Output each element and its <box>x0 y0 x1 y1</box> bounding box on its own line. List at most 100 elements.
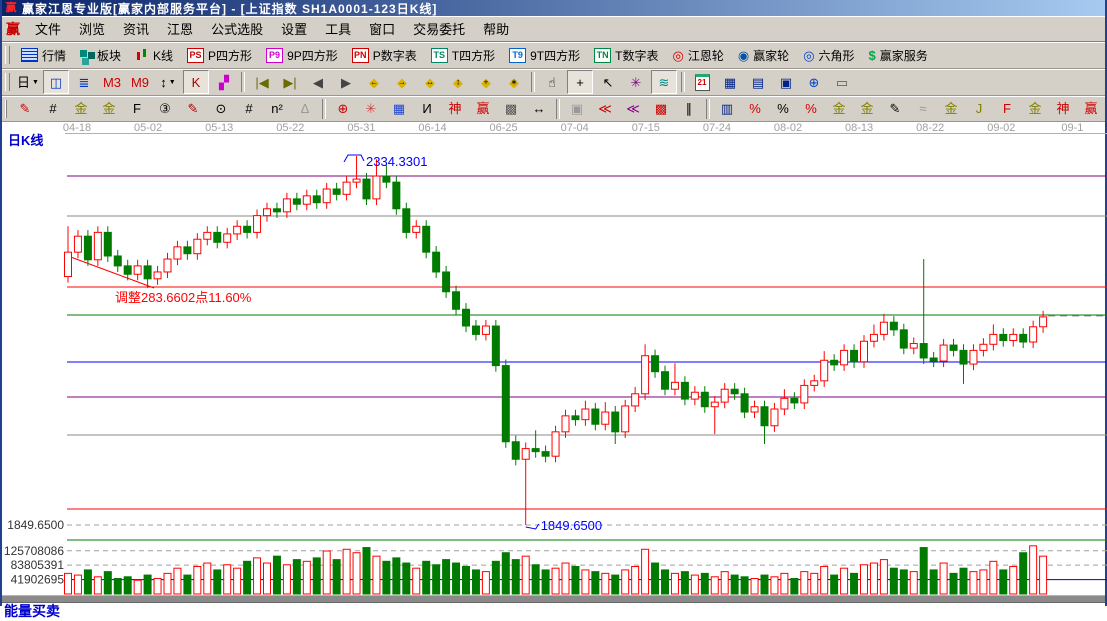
golden-section2-button[interactable]: 金 <box>96 97 122 121</box>
zoom-region-button[interactable]: ◫ <box>43 70 69 94</box>
golden-section-button[interactable]: 金 <box>68 97 94 121</box>
menu-item-3[interactable]: 江恩 <box>158 19 202 40</box>
kline-mode-button[interactable]: K <box>183 70 209 94</box>
measure-pen-button[interactable]: ✎ <box>882 97 908 121</box>
width-measure-button[interactable]: ↔ <box>526 97 552 121</box>
menu-item-9[interactable]: 帮助 <box>474 19 518 40</box>
candle-style-dropdown-icon[interactable]: ▼ <box>169 79 176 86</box>
notes-button[interactable]: ▤ <box>745 70 771 94</box>
number-grid-icon: ▩ <box>505 102 517 115</box>
grid-red-button[interactable]: ▩ <box>648 97 674 121</box>
gold-angle2-button[interactable]: 金 <box>1022 97 1048 121</box>
chart-3-button[interactable]: M3 <box>99 70 125 94</box>
menu-item-2[interactable]: 资讯 <box>114 19 158 40</box>
t9-square-button[interactable]: T99T四方形 <box>503 43 586 67</box>
spiral-button[interactable]: ③ <box>152 97 178 121</box>
number-grid-button[interactable]: ▩ <box>498 97 524 121</box>
hand-tool-button[interactable]: ☝ <box>539 70 565 94</box>
marker-pen-button[interactable]: ✎ <box>180 97 206 121</box>
fibonacci-button[interactable]: F <box>124 97 150 121</box>
percent-down-button[interactable]: % <box>742 97 768 121</box>
shrink-button[interactable]: ◆↕ <box>445 70 471 94</box>
calendar-21-button[interactable]: 21 <box>689 70 715 94</box>
shift-right-button[interactable]: ◆→ <box>389 70 415 94</box>
quotes-button[interactable]: 行情 <box>15 43 72 67</box>
kline-chart-panel[interactable]: 04-1805-0205-1305-2205-3106-1406-2507-04… <box>2 122 1105 610</box>
hexagon-button[interactable]: ◎六角形 <box>797 43 860 67</box>
star-grid-button[interactable]: ✳ <box>358 97 384 121</box>
shen-angle-button[interactable]: 神 <box>1050 97 1076 121</box>
n-square-button[interactable]: n² <box>264 97 290 121</box>
next-page-button[interactable]: ▶ <box>333 70 359 94</box>
calculator-button[interactable]: ▦ <box>717 70 743 94</box>
chart-9-button[interactable]: M9 <box>127 70 153 94</box>
wave-mark-button[interactable]: И <box>414 97 440 121</box>
sectors-button[interactable]: 板块 <box>74 43 127 67</box>
toolbar-grip[interactable] <box>5 73 10 91</box>
period-day-button[interactable]: 日▼ <box>15 70 41 94</box>
t-table-button[interactable]: TNT数字表 <box>588 43 664 67</box>
panel-splitter[interactable] <box>2 595 1105 603</box>
crosshair-tool-button[interactable]: + <box>567 70 593 94</box>
time-circle-button[interactable]: ⊙ <box>208 97 234 121</box>
fan-red-button[interactable]: ≪ <box>592 97 618 121</box>
gann-ticks-button[interactable]: # <box>40 97 66 121</box>
volume-colors-button[interactable]: ▞ <box>211 70 237 94</box>
percent-lines-button[interactable]: % <box>798 97 824 121</box>
t-square-button[interactable]: TST四方形 <box>425 43 501 67</box>
first-page-button[interactable]: |◀ <box>249 70 275 94</box>
blue-grid-button[interactable]: ▦ <box>386 97 412 121</box>
pen-tool-button[interactable]: ✎ <box>12 97 38 121</box>
winner-service-button[interactable]: $赢家服务 <box>863 43 934 67</box>
ying-angle-button[interactable]: 赢 <box>1078 97 1104 121</box>
gann-wheel-button[interactable]: ◎江恩轮 <box>666 43 729 67</box>
pointer-tool-button[interactable]: ↖ <box>595 70 621 94</box>
p9-square-button[interactable]: P99P四方形 <box>260 43 344 67</box>
zoom-all-out-button[interactable]: ◆+ <box>473 70 499 94</box>
menu-item-0[interactable]: 文件 <box>26 19 70 40</box>
toolbar-grip[interactable] <box>5 100 7 118</box>
scale-tool-button[interactable]: ▥ <box>714 97 740 121</box>
wave-gray-button[interactable]: ≈ <box>910 97 936 121</box>
percent-button[interactable]: % <box>770 97 796 121</box>
gold-lines-button[interactable]: 金 <box>854 97 880 121</box>
shift-left-button[interactable]: ◆← <box>361 70 387 94</box>
prev-page-button[interactable]: ◀ <box>305 70 331 94</box>
zoom-all-in-button[interactable]: ◆∗ <box>501 70 527 94</box>
menu-item-7[interactable]: 窗口 <box>360 19 404 40</box>
ying-line-button[interactable]: 赢 <box>470 97 496 121</box>
gann-circle-button[interactable]: ⊕ <box>330 97 356 121</box>
kline-button[interactable]: K线 <box>129 43 179 67</box>
f-angle-button[interactable]: F <box>994 97 1020 121</box>
menu-item-6[interactable]: 工具 <box>316 19 360 40</box>
p-table-button[interactable]: PNP数字表 <box>346 43 423 67</box>
menu-item-8[interactable]: 交易委托 <box>404 19 474 40</box>
save-button[interactable]: ▣ <box>773 70 799 94</box>
box-tool-button[interactable]: ▣ <box>564 97 590 121</box>
network-button[interactable]: ⊕ <box>801 70 827 94</box>
period-day-dropdown-icon[interactable]: ▼ <box>32 79 39 86</box>
kline-chart-canvas[interactable]: 04-1805-0205-1305-2205-3106-1406-2507-04… <box>2 122 1107 610</box>
toolbar-grip[interactable] <box>5 46 10 64</box>
stretch-button[interactable]: ◆↔ <box>417 70 443 94</box>
p-square-button[interactable]: PSP四方形 <box>181 43 258 67</box>
gold-circle-button[interactable]: 金 <box>826 97 852 121</box>
j-angle-button[interactable]: J <box>966 97 992 121</box>
menu-item-1[interactable]: 浏览 <box>70 19 114 40</box>
gold-angle-button[interactable]: 金 <box>938 97 964 121</box>
menu-item-5[interactable]: 设置 <box>272 19 316 40</box>
price-ticks-button[interactable]: # <box>236 97 262 121</box>
wave-tool-button[interactable]: ≋ <box>651 70 677 94</box>
menu-item-4[interactable]: 公式选股 <box>202 19 272 40</box>
winner-wheel-button[interactable]: ◉赢家轮 <box>732 43 795 67</box>
fan-purple-button[interactable]: ≪ <box>620 97 646 121</box>
t-table-label: T数字表 <box>615 47 658 64</box>
parallel-lines-button[interactable]: ∥ <box>676 97 702 121</box>
last-page-button[interactable]: ▶| <box>277 70 303 94</box>
angle-tool-button[interactable]: ∆ <box>292 97 318 121</box>
info-panel-button[interactable]: ≣ <box>71 70 97 94</box>
print-button[interactable]: ▭ <box>829 70 855 94</box>
shen-line-button[interactable]: 神 <box>442 97 468 121</box>
gann-shape-tool-button[interactable]: ✳ <box>623 70 649 94</box>
candle-style-button[interactable]: ↕▼ <box>155 70 181 94</box>
